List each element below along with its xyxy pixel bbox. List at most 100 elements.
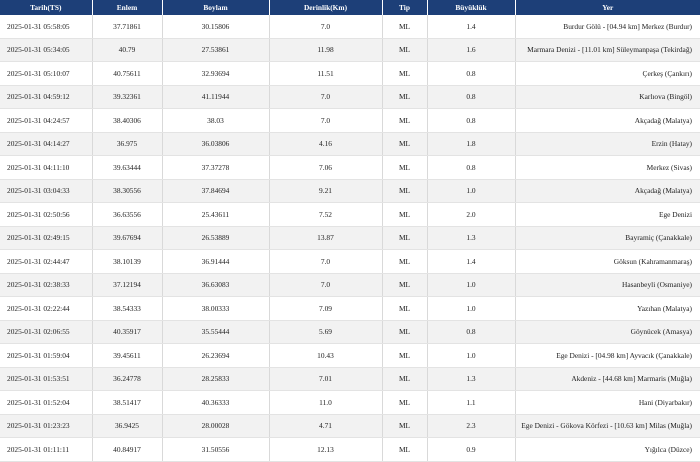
table-row[interactable]: 2025-01-31 05:34:05 40.79 27.53861 11.98 ML 1…	[0, 38, 700, 62]
cell-location: Ege Denizi	[515, 202, 700, 227]
cell-depth: 4.71	[269, 414, 383, 438]
cell-longitude: 36.91444	[162, 249, 270, 274]
cell-depth: 7.0	[269, 15, 383, 39]
earthquake-table: Tarih(TS) Enlem Boylam Derinlik(Km) Tip …	[0, 0, 700, 462]
cell-type: ML	[382, 108, 428, 133]
column-header-longitude[interactable]: Boylam	[162, 0, 270, 15]
cell-type: ML	[382, 273, 428, 297]
cell-depth: 9.21	[269, 179, 383, 203]
cell-location: Burdur Gölü - [04.94 km] Merkez (Burdur)	[515, 15, 700, 39]
cell-depth: 7.0	[269, 85, 383, 109]
cell-location: Ege Denizi - Gökova Körfezi - [10.63 km]…	[515, 414, 700, 438]
cell-type: ML	[382, 249, 428, 274]
cell-location: Merkez (Sivas)	[515, 155, 700, 180]
table-row[interactable]: 2025-01-31 01:52:04 38.51417 40.36333 11.0 M…	[0, 390, 700, 415]
cell-type: ML	[382, 61, 428, 86]
cell-date: 2025-01-31 04:59:12	[0, 85, 93, 109]
cell-depth: 11.51	[269, 61, 383, 86]
cell-magnitude: 0.8	[427, 108, 516, 133]
column-header-type[interactable]: Tip	[382, 0, 428, 15]
cell-magnitude: 1.8	[427, 132, 516, 156]
cell-date: 2025-01-31 05:10:07	[0, 61, 93, 86]
cell-location: Yığılca (Düzce)	[515, 437, 700, 462]
cell-location: Hani (Diyarbakır)	[515, 390, 700, 415]
cell-depth: 4.16	[269, 132, 383, 156]
table-row[interactable]: 2025-01-31 04:59:12 39.32361 41.11944 7.0 ML…	[0, 85, 700, 109]
cell-location: Marmara Denizi - [11.01 km] Süleymanpaşa…	[515, 38, 700, 62]
table-row[interactable]: 2025-01-31 02:06:55 40.35917 35.55444 5.69 M…	[0, 320, 700, 344]
cell-date: 2025-01-31 02:50:56	[0, 202, 93, 227]
table-row[interactable]: 2025-01-31 01:11:11 40.84917 31.50556 12.13…	[0, 437, 700, 462]
cell-latitude: 39.67694	[92, 226, 163, 250]
cell-date: 2025-01-31 01:11:11	[0, 437, 93, 462]
cell-magnitude: 0.8	[427, 320, 516, 344]
cell-latitude: 39.45611	[92, 343, 163, 368]
table-row[interactable]: 2025-01-31 04:24:57 38.40306 38.03 7.0 ML 0.8…	[0, 108, 700, 133]
cell-magnitude: 1.4	[427, 15, 516, 39]
column-header-depth[interactable]: Derinlik(Km)	[269, 0, 383, 15]
cell-longitude: 40.36333	[162, 390, 270, 415]
cell-latitude: 39.32361	[92, 85, 163, 109]
column-header-latitude[interactable]: Enlem	[92, 0, 163, 15]
column-header-magnitude[interactable]: Büyüklük	[427, 0, 516, 15]
cell-date: 2025-01-31 01:52:04	[0, 390, 93, 415]
cell-date: 2025-01-31 02:44:47	[0, 249, 93, 274]
cell-location: Erzin (Hatay)	[515, 132, 700, 156]
cell-type: ML	[382, 132, 428, 156]
cell-date: 2025-01-31 02:06:55	[0, 320, 93, 344]
cell-date: 2025-01-31 05:58:05	[0, 15, 93, 39]
cell-depth: 7.01	[269, 367, 383, 391]
cell-magnitude: 2.3	[427, 414, 516, 438]
column-header-date[interactable]: Tarih(TS)	[0, 0, 93, 15]
table-row[interactable]: 2025-01-31 03:04:33 38.30556 37.84694 9.21 M…	[0, 179, 700, 203]
cell-depth: 5.69	[269, 320, 383, 344]
cell-location: Çerkeş (Çankırı)	[515, 61, 700, 86]
cell-date: 2025-01-31 03:04:33	[0, 179, 93, 203]
table-row[interactable]: 2025-01-31 04:11:10 39.63444 37.37278 7.06 M…	[0, 155, 700, 180]
cell-location: Göksun (Kahramanmaraş)	[515, 249, 700, 274]
cell-type: ML	[382, 202, 428, 227]
cell-magnitude: 1.1	[427, 390, 516, 415]
table-row[interactable]: 2025-01-31 05:10:07 40.75611 32.93694 11.51…	[0, 61, 700, 86]
column-header-location[interactable]: Yer	[515, 0, 700, 15]
cell-location: Göynücek (Amasya)	[515, 320, 700, 344]
table-body: 2025-01-31 05:58:05 37.71861 30.15806 7.0 ML…	[0, 15, 700, 462]
table-row[interactable]: 2025-01-31 02:38:33 37.12194 36.63083 7.0 ML…	[0, 273, 700, 297]
cell-longitude: 41.11944	[162, 85, 270, 109]
cell-type: ML	[382, 414, 428, 438]
cell-longitude: 37.84694	[162, 179, 270, 203]
cell-date: 2025-01-31 04:11:10	[0, 155, 93, 180]
cell-location: Akdeniz - [44.68 km] Marmaris (Muğla)	[515, 367, 700, 391]
cell-depth: 7.06	[269, 155, 383, 180]
cell-location: Hasanbeyli (Osmaniye)	[515, 273, 700, 297]
cell-latitude: 38.10139	[92, 249, 163, 274]
cell-type: ML	[382, 226, 428, 250]
cell-type: ML	[382, 38, 428, 62]
table-row[interactable]: 2025-01-31 02:49:15 39.67694 26.53889 13.87…	[0, 226, 700, 250]
table-row[interactable]: 2025-01-31 02:50:56 36.63556 25.43611 7.52 M…	[0, 202, 700, 227]
cell-depth: 13.87	[269, 226, 383, 250]
cell-date: 2025-01-31 01:23:23	[0, 414, 93, 438]
cell-latitude: 36.63556	[92, 202, 163, 227]
cell-depth: 10.43	[269, 343, 383, 368]
table-row[interactable]: 2025-01-31 01:53:51 36.24778 28.25833 7.01 M…	[0, 367, 700, 391]
cell-magnitude: 1.0	[427, 296, 516, 321]
table-row[interactable]: 2025-01-31 02:22:44 38.54333 38.00333 7.09 M…	[0, 296, 700, 321]
cell-longitude: 27.53861	[162, 38, 270, 62]
table-row[interactable]: 2025-01-31 02:44:47 38.10139 36.91444 7.0 ML…	[0, 249, 700, 274]
cell-latitude: 40.35917	[92, 320, 163, 344]
cell-date: 2025-01-31 05:34:05	[0, 38, 93, 62]
cell-magnitude: 1.3	[427, 226, 516, 250]
cell-date: 2025-01-31 02:49:15	[0, 226, 93, 250]
cell-magnitude: 1.4	[427, 249, 516, 274]
cell-magnitude: 1.0	[427, 179, 516, 203]
cell-magnitude: 0.8	[427, 61, 516, 86]
cell-date: 2025-01-31 02:38:33	[0, 273, 93, 297]
table-row[interactable]: 2025-01-31 04:14:27 36.975 36.03806 4.16 ML 1…	[0, 132, 700, 156]
table-row[interactable]: 2025-01-31 01:59:04 39.45611 26.23694 10.43…	[0, 343, 700, 368]
table-row[interactable]: 2025-01-31 01:23:23 36.9425 28.00028 4.71 ML…	[0, 414, 700, 438]
cell-latitude: 36.975	[92, 132, 163, 156]
cell-location: Akçadağ (Malatya)	[515, 108, 700, 133]
table-row[interactable]: 2025-01-31 05:58:05 37.71861 30.15806 7.0 ML…	[0, 15, 700, 39]
cell-longitude: 26.23694	[162, 343, 270, 368]
